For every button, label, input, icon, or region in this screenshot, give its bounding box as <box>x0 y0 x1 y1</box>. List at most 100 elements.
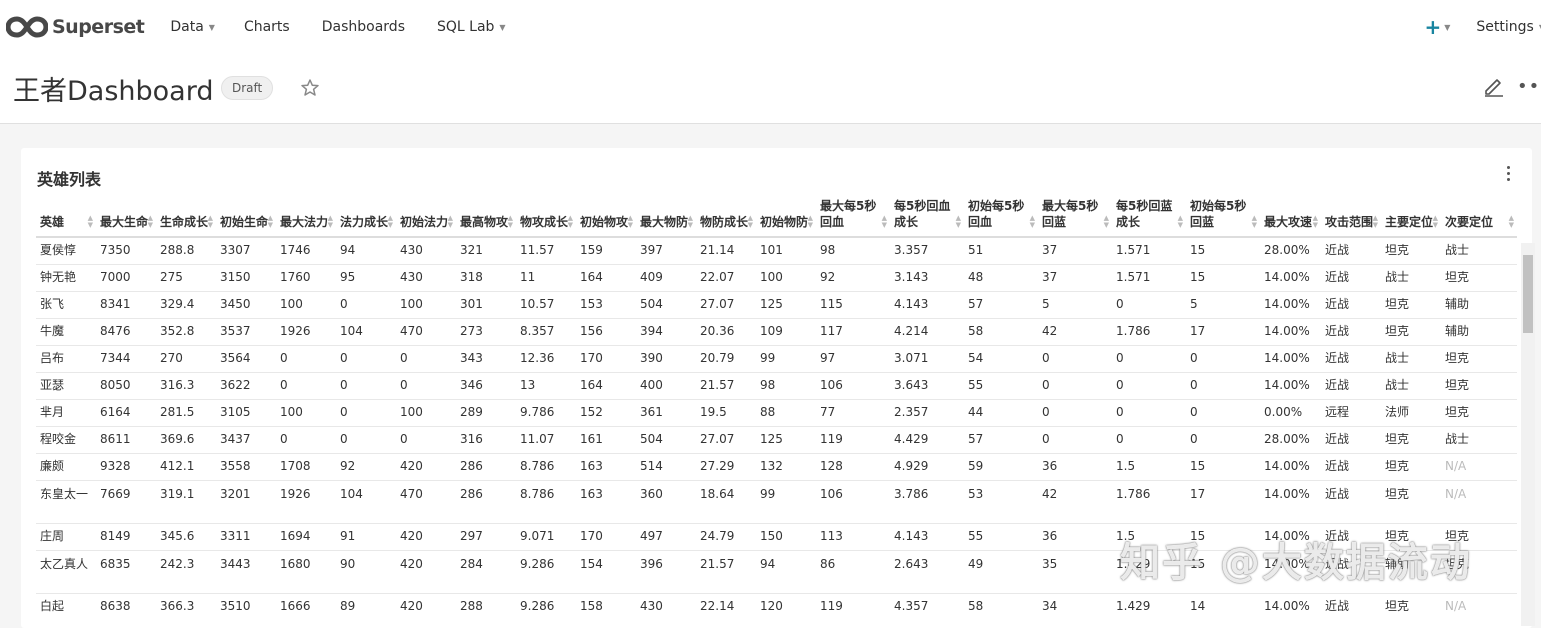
nav-sqllab-label: SQL Lab <box>436 19 495 35</box>
table-cell: 战士 <box>1381 344 1441 372</box>
column-header[interactable]: 次要定位 ▲ ▼ <box>1441 196 1517 238</box>
column-header[interactable]: 初始法力 ▲ ▼ <box>396 196 456 238</box>
sort-icon[interactable]: ▲ ▼ <box>1178 215 1183 229</box>
column-header[interactable]: 最大每5秒回蓝 ▲ ▼ <box>1038 196 1112 238</box>
column-header[interactable]: 初始每5秒回蓝 ▲ ▼ <box>1186 196 1260 238</box>
sort-icon[interactable]: ▲ ▼ <box>448 215 453 229</box>
table-cell: 9328 <box>96 452 156 480</box>
table-cell: 164 <box>576 263 636 291</box>
sort-icon[interactable]: ▲ ▼ <box>688 215 693 229</box>
caret-down-icon: ▼ <box>208 22 215 32</box>
edit-pencil-icon[interactable] <box>1482 74 1506 98</box>
column-header[interactable]: 最大每5秒回血 ▲ ▼ <box>816 196 890 238</box>
scrollbar-thumb[interactable] <box>1523 255 1533 333</box>
table-cell: 1.429 <box>1112 592 1186 620</box>
table-cell: 161 <box>576 425 636 453</box>
sort-icon[interactable]: ▲ ▼ <box>1104 215 1109 229</box>
sort-icon[interactable]: ▲ ▼ <box>568 215 573 229</box>
sort-icon[interactable]: ▲ ▼ <box>808 215 813 229</box>
table-cell: 3105 <box>216 398 276 426</box>
column-header[interactable]: 最大攻速 ▲ ▼ <box>1260 196 1321 238</box>
table-cell: 100 <box>396 290 456 318</box>
table-cell: 张飞 <box>36 290 96 318</box>
superset-logo[interactable]: Superset <box>6 16 145 38</box>
column-header[interactable]: 法力成长 ▲ ▼ <box>336 196 396 238</box>
table-cell: 近战 <box>1321 425 1381 453</box>
column-header[interactable]: 最高物攻 ▲ ▼ <box>456 196 516 238</box>
table-cell: 1.5 <box>1112 452 1186 480</box>
column-header[interactable]: 主要定位 ▲ ▼ <box>1381 196 1441 238</box>
sort-icon[interactable]: ▲ ▼ <box>1373 215 1378 229</box>
table-cell: 470 <box>396 479 456 523</box>
column-header[interactable]: 最大生命 ▲ ▼ <box>96 196 156 238</box>
table-cell: 战士 <box>1381 263 1441 291</box>
column-header-label: 最大每5秒回蓝 <box>1042 199 1099 229</box>
table-cell: 近战 <box>1321 344 1381 372</box>
column-header[interactable]: 生命成长 ▲ ▼ <box>156 196 216 238</box>
sort-icon[interactable]: ▲ ▼ <box>1509 215 1514 229</box>
table-cell: 346 <box>456 371 516 399</box>
sort-icon[interactable]: ▲ ▼ <box>1433 215 1438 229</box>
caret-down-icon[interactable]: ▼ <box>1444 23 1450 32</box>
sort-icon[interactable]: ▲ ▼ <box>956 215 961 229</box>
sort-icon[interactable]: ▲ ▼ <box>508 215 513 229</box>
plus-icon[interactable]: + <box>1425 15 1442 39</box>
column-header[interactable]: 每5秒回血成长 ▲ ▼ <box>890 196 964 238</box>
sort-icon[interactable]: ▲ ▼ <box>1313 215 1318 229</box>
vertical-scrollbar[interactable] <box>1521 243 1535 626</box>
column-header[interactable]: 最大物防 ▲ ▼ <box>636 196 696 238</box>
table-cell: 8341 <box>96 290 156 318</box>
sort-icon[interactable]: ▲ ▼ <box>328 215 333 229</box>
sort-icon[interactable]: ▲ ▼ <box>388 215 393 229</box>
column-header[interactable]: 物攻成长 ▲ ▼ <box>516 196 576 238</box>
table-cell: 412.1 <box>156 452 216 480</box>
column-header-label: 初始物攻 <box>580 215 629 229</box>
column-header[interactable]: 攻击范围 ▲ ▼ <box>1321 196 1381 238</box>
column-header[interactable]: 物防成长 ▲ ▼ <box>696 196 756 238</box>
chart-menu-icon[interactable] <box>1504 166 1512 186</box>
table-cell: 3450 <box>216 290 276 318</box>
star-icon[interactable] <box>300 78 320 98</box>
sort-icon[interactable]: ▲ ▼ <box>1252 215 1257 229</box>
table-cell: 316.3 <box>156 371 216 399</box>
table-cell: 109 <box>756 317 816 345</box>
table-cell: 94 <box>336 236 396 264</box>
column-header[interactable]: 初始物防 ▲ ▼ <box>756 196 816 238</box>
table-cell: 坦克 <box>1381 479 1441 523</box>
sort-icon[interactable]: ▲ ▼ <box>748 215 753 229</box>
column-header[interactable]: 初始每5秒回血 ▲ ▼ <box>964 196 1038 238</box>
column-header[interactable]: 初始物攻 ▲ ▼ <box>576 196 636 238</box>
table-cell: 366.3 <box>156 592 216 620</box>
table-cell: 白起 <box>36 592 96 620</box>
table-cell: 8149 <box>96 522 156 550</box>
table-cell: 8.357 <box>516 317 576 345</box>
sort-icon[interactable]: ▲ ▼ <box>882 215 887 229</box>
column-header[interactable]: 每5秒回蓝成长 ▲ ▼ <box>1112 196 1186 238</box>
sort-icon[interactable]: ▲ ▼ <box>1030 215 1035 229</box>
sort-icon[interactable]: ▲ ▼ <box>148 215 153 229</box>
nav-charts-label: Charts <box>243 19 290 35</box>
table-cell: 11.57 <box>516 236 576 264</box>
table-cell: 坦克 <box>1381 452 1441 480</box>
settings-menu[interactable]: Settings ▼ <box>1476 19 1541 35</box>
nav-data-menu[interactable]: Data ▼ <box>170 19 215 35</box>
sort-icon[interactable]: ▲ ▼ <box>628 215 633 229</box>
more-options-icon[interactable]: ••• <box>1517 78 1541 96</box>
table-cell: 坦克 <box>1381 592 1441 620</box>
table-cell: 太乙真人 <box>36 549 96 593</box>
table-cell: 158 <box>576 592 636 620</box>
table-cell: 庄周 <box>36 522 96 550</box>
table-cell: 21.14 <box>696 236 756 264</box>
dashboard-title[interactable]: 王者Dashboard <box>13 69 213 108</box>
column-header[interactable]: 英雄 ▲ ▼ <box>36 196 96 238</box>
column-header[interactable]: 最大法力 ▲ ▼ <box>276 196 336 238</box>
nav-dashboards[interactable]: Dashboards <box>322 19 405 35</box>
sort-icon[interactable]: ▲ ▼ <box>268 215 273 229</box>
nav-charts[interactable]: Charts <box>244 19 290 35</box>
sort-icon[interactable]: ▲ ▼ <box>208 215 213 229</box>
table-cell: 128 <box>816 452 890 480</box>
column-header[interactable]: 初始生命 ▲ ▼ <box>216 196 276 238</box>
sort-icon[interactable]: ▲ ▼ <box>88 215 93 229</box>
nav-sqllab-menu[interactable]: SQL Lab ▼ <box>437 19 506 35</box>
table-cell: 273 <box>456 317 516 345</box>
